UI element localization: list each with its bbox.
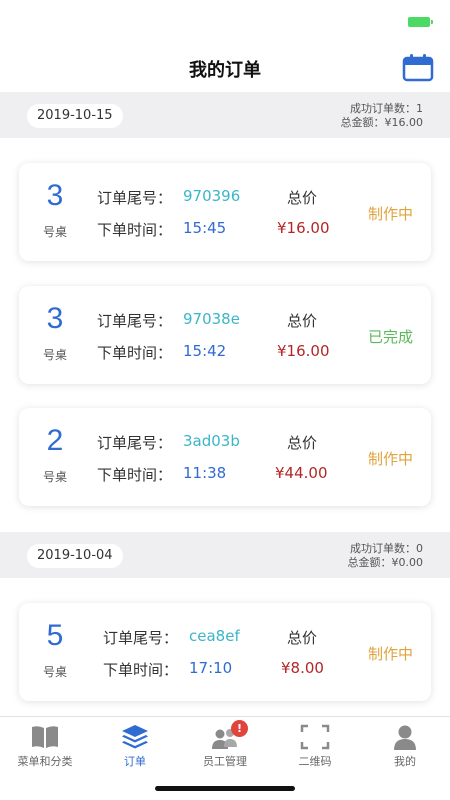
tab-orders[interactable]: 订单 xyxy=(90,717,180,773)
status-bar xyxy=(0,0,450,44)
table-number: 3 xyxy=(46,179,64,212)
order-status: 制作中 xyxy=(367,205,413,223)
table-suffix: 号桌 xyxy=(42,225,67,239)
order-card[interactable]: 3 号桌 订单尾号： 97038e 下单时间： 15:42 总价 ¥16.00 … xyxy=(19,286,431,384)
order-status: 制作中 xyxy=(367,645,413,663)
tab-menu-categories[interactable]: 菜单和分类 xyxy=(0,717,90,773)
order-card[interactable]: 2 号桌 订单尾号： 3ad03b 下单时间： 11:38 总价 ¥44.00 … xyxy=(19,408,431,506)
order-status: 已完成 xyxy=(367,328,413,346)
table-suffix: 号桌 xyxy=(42,665,67,679)
order-price: ¥8.00 xyxy=(281,659,324,677)
tab-label: 订单 xyxy=(124,755,146,768)
layers-icon xyxy=(122,725,148,749)
tab-staff-management[interactable]: ! 员工管理 xyxy=(180,717,270,773)
nav-bar: 我的订单 xyxy=(0,44,450,92)
home-indicator xyxy=(155,786,295,791)
book-icon xyxy=(32,726,58,748)
table-number: 3 xyxy=(46,302,64,335)
group-summary: 成功订单数：1 总金额：¥16.00 xyxy=(341,102,424,130)
order-price: ¥16.00 xyxy=(277,219,330,237)
total-amount: 总金额：¥16.00 xyxy=(340,116,424,129)
total-label: 总价 xyxy=(287,629,318,647)
success-count: 成功订单数：0 xyxy=(350,542,423,555)
table-number: 5 xyxy=(46,619,64,652)
order-time: 15:42 xyxy=(183,342,227,360)
date-pill: 2019-10-04 xyxy=(27,544,123,568)
order-id-label: 订单尾号： xyxy=(103,629,179,647)
order-id: 970396 xyxy=(183,187,241,205)
order-time-label: 下单时间： xyxy=(97,466,173,484)
battery-icon xyxy=(408,17,433,27)
page-title: 我的订单 xyxy=(189,60,261,81)
order-time: 17:10 xyxy=(189,659,233,677)
order-id: cea8ef xyxy=(189,627,240,645)
tab-qr-code[interactable]: 二维码 xyxy=(270,717,360,773)
group-summary: 成功订单数：0 总金额：¥0.00 xyxy=(348,542,424,570)
order-list[interactable]: 2019-10-15 成功订单数：1 总金额：¥16.00 3 号桌 订单尾号：… xyxy=(0,92,450,716)
order-time-label: 下单时间： xyxy=(97,344,173,362)
order-id: 97038e xyxy=(183,310,240,328)
tab-profile[interactable]: 我的 xyxy=(360,717,450,773)
table-number: 2 xyxy=(46,424,64,457)
order-id: 3ad03b xyxy=(183,432,240,450)
order-time-label: 下单时间： xyxy=(103,661,179,679)
person-icon xyxy=(394,725,416,750)
calendar-icon xyxy=(402,54,434,82)
order-time: 11:38 xyxy=(183,464,227,482)
total-label: 总价 xyxy=(287,312,318,330)
order-time-label: 下单时间： xyxy=(97,221,173,239)
tab-label: 员工管理 xyxy=(203,755,247,768)
order-card[interactable]: 3 号桌 订单尾号： 970396 下单时间： 15:45 总价 ¥16.00 … xyxy=(19,163,431,261)
total-label: 总价 xyxy=(287,434,318,452)
order-card[interactable]: 5 号桌 订单尾号： cea8ef 下单时间： 17:10 总价 ¥8.00 制… xyxy=(19,603,431,701)
notification-badge: ! xyxy=(231,720,248,737)
order-id-label: 订单尾号： xyxy=(97,312,173,330)
tab-label: 我的 xyxy=(394,755,416,768)
table-suffix: 号桌 xyxy=(42,470,67,484)
qr-scan-icon xyxy=(300,724,330,750)
order-price: ¥16.00 xyxy=(277,342,330,360)
success-count: 成功订单数：1 xyxy=(350,102,423,115)
calendar-button[interactable] xyxy=(402,54,434,82)
order-status: 制作中 xyxy=(367,450,413,468)
order-id-label: 订单尾号： xyxy=(97,189,173,207)
order-id-label: 订单尾号： xyxy=(97,434,173,452)
date-group-header: 2019-10-04 成功订单数：0 总金额：¥0.00 xyxy=(0,532,450,578)
table-suffix: 号桌 xyxy=(42,348,67,362)
order-price: ¥44.00 xyxy=(275,464,328,482)
date-pill: 2019-10-15 xyxy=(27,104,123,128)
total-amount: 总金额：¥0.00 xyxy=(347,556,424,569)
date-group-header: 2019-10-15 成功订单数：1 总金额：¥16.00 xyxy=(0,92,450,138)
total-label: 总价 xyxy=(287,189,318,207)
tab-label: 菜单和分类 xyxy=(17,755,73,768)
tab-label: 二维码 xyxy=(298,755,332,768)
order-time: 15:45 xyxy=(183,219,227,237)
